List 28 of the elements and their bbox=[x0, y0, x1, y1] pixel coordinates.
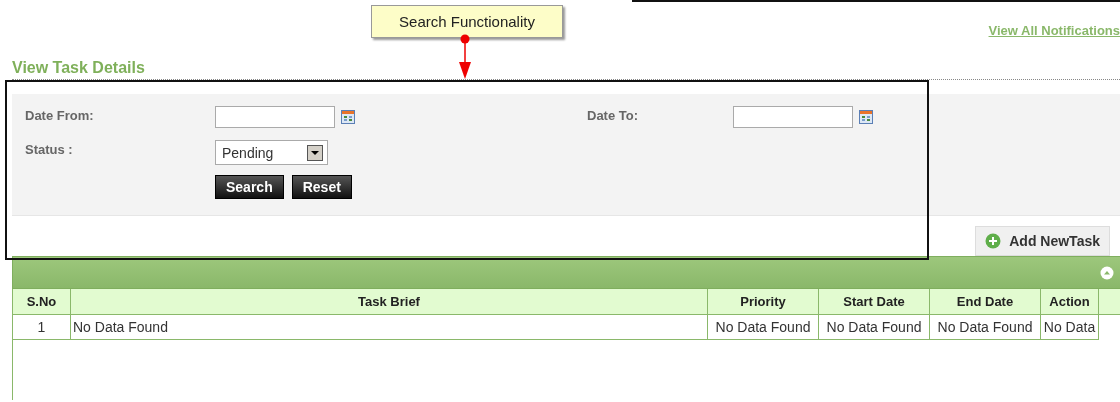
table-cell: No Data bbox=[1041, 315, 1099, 340]
add-task-button[interactable]: Add NewTask bbox=[975, 226, 1110, 256]
table-cell: No Data Found bbox=[819, 315, 930, 340]
date-field[interactable] bbox=[733, 106, 853, 128]
table-cell: No Data Found bbox=[708, 315, 819, 340]
column-header: S.No bbox=[12, 289, 71, 315]
collapse-icon[interactable] bbox=[1100, 265, 1114, 280]
calendar-icon[interactable] bbox=[341, 110, 355, 124]
column-header: Priority bbox=[708, 289, 819, 315]
table-cell: No Data Found bbox=[930, 315, 1041, 340]
annotation-arrow bbox=[457, 34, 473, 80]
date-field[interactable] bbox=[215, 106, 335, 128]
field-label: Date From: bbox=[25, 108, 95, 123]
column-header: Action bbox=[1041, 289, 1099, 315]
plus-circle-icon bbox=[985, 233, 1002, 249]
field-label: Status : bbox=[25, 142, 74, 157]
form-button[interactable]: Search bbox=[215, 175, 284, 199]
column-header: End Date bbox=[930, 289, 1041, 315]
column-header: Task Brief bbox=[71, 289, 708, 315]
field-label: Date To: bbox=[587, 108, 640, 123]
annotation-callout: Search Functionality bbox=[371, 5, 563, 38]
status-dropdown[interactable]: Pending bbox=[215, 140, 328, 165]
table-cell: 1 bbox=[12, 315, 71, 340]
calendar-icon[interactable] bbox=[859, 110, 873, 124]
page-title: View Task Details bbox=[12, 58, 145, 78]
column-header: Start Date bbox=[819, 289, 930, 315]
table-cell: No Data Found bbox=[71, 315, 708, 340]
form-button[interactable]: Reset bbox=[291, 175, 352, 199]
